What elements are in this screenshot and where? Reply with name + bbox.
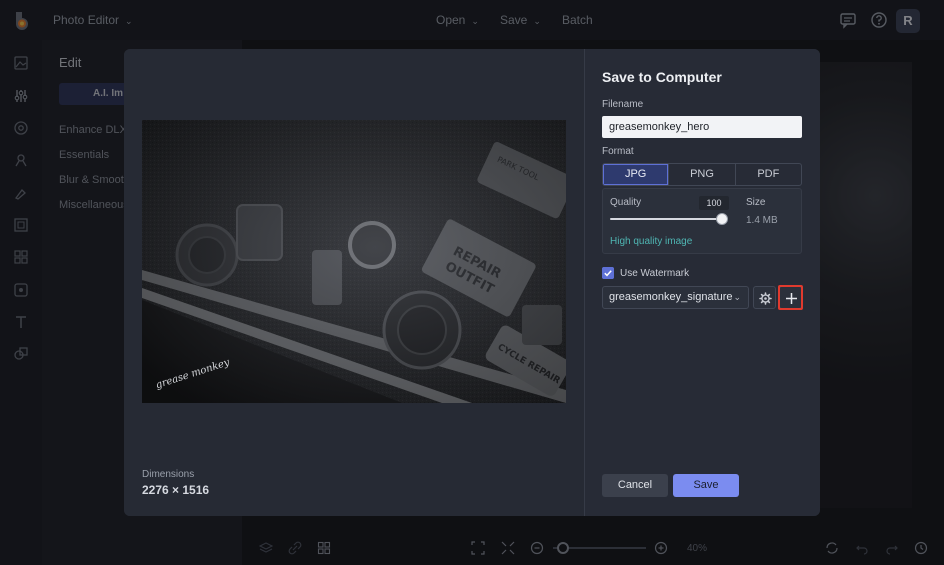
save-options-pane: Save to Computer Filename Format JPG PNG… (585, 49, 820, 516)
format-jpg-button[interactable]: JPG (603, 164, 670, 185)
format-label: Format (602, 146, 634, 157)
watermark-select[interactable]: greasemonkey_signature ⌄ (602, 286, 749, 309)
dialog-title: Save to Computer (602, 69, 722, 85)
gear-icon (759, 292, 772, 305)
watermark-select-value: greasemonkey_signature (609, 291, 733, 303)
quality-panel: Quality 100 Size 1.4 MB High quality ima… (602, 188, 802, 254)
dimensions-label: Dimensions (142, 469, 195, 480)
image-preview: REPAIR OUTFIT PARK TOOL CYCLE REPAIR gre… (142, 120, 566, 403)
save-button[interactable]: Save (673, 474, 739, 497)
chevron-down-icon: ⌄ (733, 292, 741, 302)
format-png-button[interactable]: PNG (669, 164, 736, 185)
cancel-button[interactable]: Cancel (602, 474, 668, 497)
quality-slider-track[interactable] (610, 218, 722, 220)
filename-label: Filename (602, 99, 644, 110)
preview-pane: REPAIR OUTFIT PARK TOOL CYCLE REPAIR gre… (124, 49, 584, 516)
watermark-checkbox[interactable] (602, 267, 614, 279)
save-dialog: REPAIR OUTFIT PARK TOOL CYCLE REPAIR gre… (124, 49, 820, 516)
quality-label: Quality (610, 197, 642, 208)
quality-value[interactable]: 100 (699, 196, 729, 210)
preview-photo: REPAIR OUTFIT PARK TOOL CYCLE REPAIR gre… (142, 120, 566, 403)
size-label: Size (746, 197, 766, 208)
format-pdf-button[interactable]: PDF (736, 164, 801, 185)
watermark-label[interactable]: Use Watermark (620, 268, 689, 279)
watermark-settings-button[interactable] (753, 286, 776, 309)
size-value: 1.4 MB (746, 215, 778, 226)
highlight-box (778, 285, 803, 310)
dimensions-value: 2276 × 1516 (142, 483, 210, 497)
quality-note: High quality image (610, 236, 693, 247)
quality-slider-knob[interactable] (716, 213, 728, 225)
filename-input[interactable] (602, 116, 802, 138)
format-segmented-control: JPG PNG PDF (602, 163, 802, 186)
